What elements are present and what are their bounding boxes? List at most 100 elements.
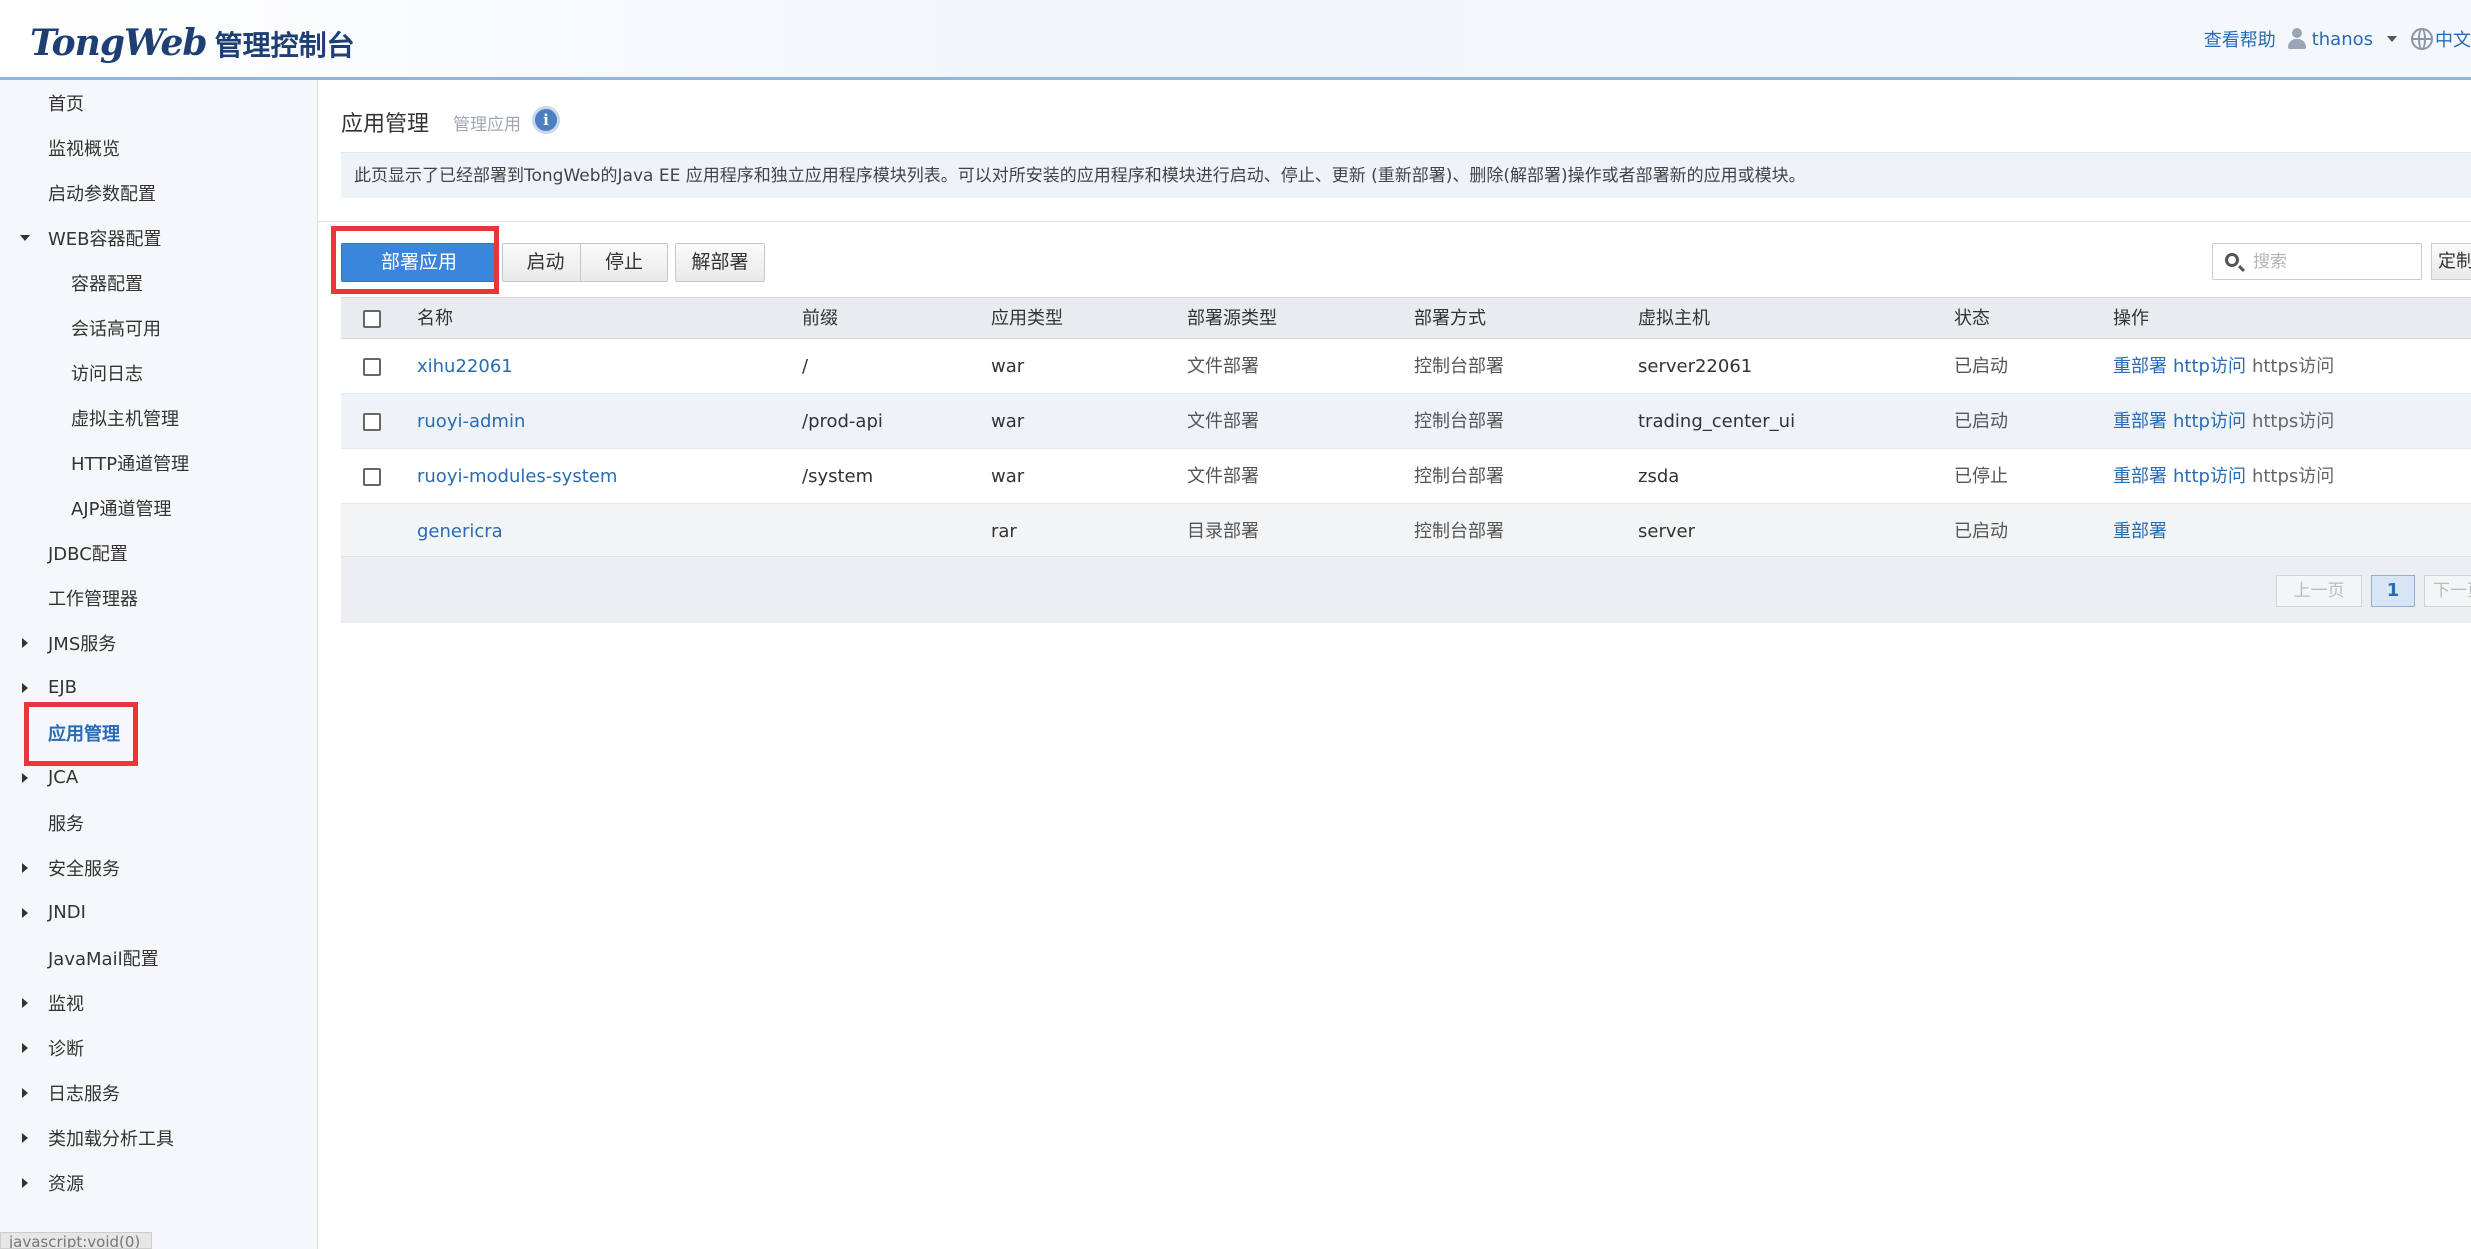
cell-vhost: zsda <box>1638 466 1680 487</box>
info-icon[interactable]: i <box>532 106 560 134</box>
app-name-link[interactable]: genericra <box>417 504 503 559</box>
row-checkbox[interactable] <box>363 468 381 486</box>
sidebar-item-jndi[interactable]: JNDI <box>0 890 318 935</box>
sidebar-item-label: 服务 <box>48 813 84 835</box>
cell-status: 已启动 <box>1954 411 2008 432</box>
search-input[interactable] <box>2253 244 2418 279</box>
stop-button[interactable]: 停止 <box>580 243 668 282</box>
col-source-type[interactable]: 部署源类型 <box>1187 298 1277 340</box>
sidebar-item-diagnose[interactable]: 诊断 <box>0 1025 318 1070</box>
sidebar-item-session-ha[interactable]: 会话高可用 <box>0 305 318 350</box>
sidebar-item-label: JNDI <box>48 902 86 923</box>
language-switch[interactable]: 中文 <box>2435 26 2471 52</box>
redeploy-link[interactable]: 重部署 <box>2113 521 2167 542</box>
collapsed-arrow-icon <box>22 1132 28 1143</box>
col-app-type[interactable]: 应用类型 <box>991 298 1063 340</box>
sidebar-item-jms[interactable]: JMS服务 <box>0 620 318 665</box>
logo-console-text: 管理控制台 <box>214 29 355 62</box>
next-page-button[interactable]: 下一页 <box>2424 575 2471 607</box>
http-access-link[interactable]: http访问 <box>2173 466 2246 487</box>
sidebar-item-label: 会话高可用 <box>71 318 161 340</box>
cell-status: 已启动 <box>1954 356 2008 377</box>
sidebar-item-label: 首页 <box>48 93 84 115</box>
expanded-arrow-icon <box>20 234 30 241</box>
sidebar-item-http-channel[interactable]: HTTP通道管理 <box>0 440 318 485</box>
col-status[interactable]: 状态 <box>1954 298 1990 340</box>
prev-page-button[interactable]: 上一页 <box>2276 575 2362 607</box>
table-row: xihu22061 / war 文件部署 控制台部署 server22061 已… <box>341 339 2471 394</box>
sidebar-item-resources[interactable]: 资源 <box>0 1160 318 1205</box>
sidebar-item-label: 类加载分析工具 <box>48 1128 174 1150</box>
page-title: 应用管理 <box>341 112 430 137</box>
redeploy-link[interactable]: 重部署 <box>2113 466 2167 487</box>
https-access-link[interactable]: https访问 <box>2252 466 2334 487</box>
start-button[interactable]: 启动 <box>502 243 589 282</box>
cell-vhost: server <box>1638 521 1695 542</box>
select-all-checkbox[interactable] <box>363 310 381 328</box>
sidebar-item-access-log[interactable]: 访问日志 <box>0 350 318 395</box>
cell-prefix: / <box>802 356 809 377</box>
cell-vhost: server22061 <box>1638 356 1753 377</box>
help-link[interactable]: 查看帮助 <box>2204 26 2276 52</box>
sidebar: 首页 监视概览 启动参数配置 WEB容器配置 容器配置 会话高可用 访问日志 虚… <box>0 80 318 1249</box>
sidebar-item-home[interactable]: 首页 <box>0 80 318 125</box>
redeploy-link[interactable]: 重部署 <box>2113 411 2167 432</box>
row-checkbox[interactable] <box>363 413 381 431</box>
sidebar-item-vhost[interactable]: 虚拟主机管理 <box>0 395 318 440</box>
sidebar-item-monitor[interactable]: 监视 <box>0 980 318 1025</box>
sidebar-item-label: 监视概览 <box>48 138 120 160</box>
sidebar-item-label: 诊断 <box>48 1038 84 1060</box>
collapsed-arrow-icon <box>22 997 28 1008</box>
app-name-link[interactable]: ruoyi-admin <box>417 394 525 449</box>
col-prefix[interactable]: 前缀 <box>802 298 838 340</box>
user-menu[interactable]: thanos <box>2312 29 2373 50</box>
http-access-link[interactable]: http访问 <box>2173 411 2246 432</box>
collapsed-arrow-icon <box>22 772 28 783</box>
cell-deploy-mode: 控制台部署 <box>1414 411 1504 432</box>
sidebar-item-monitor-overview[interactable]: 监视概览 <box>0 125 318 170</box>
sidebar-item-classloader-tool[interactable]: 类加载分析工具 <box>0 1115 318 1160</box>
sidebar-item-security[interactable]: 安全服务 <box>0 845 318 890</box>
sidebar-item-label: 安全服务 <box>48 858 120 880</box>
sidebar-item-label: 资源 <box>48 1173 84 1195</box>
col-name[interactable]: 名称 <box>417 298 453 340</box>
row-checkbox[interactable] <box>363 358 381 376</box>
current-page[interactable]: 1 <box>2371 575 2415 607</box>
header-right: 查看帮助 thanos 中文 <box>2204 26 2471 52</box>
app-name-link[interactable]: xihu22061 <box>417 339 513 394</box>
table-row: ruoyi-modules-system /system war 文件部署 控制… <box>341 449 2471 504</box>
sidebar-item-label: 虚拟主机管理 <box>71 408 179 430</box>
sidebar-item-services[interactable]: 服务 <box>0 800 318 845</box>
sidebar-item-work-manager[interactable]: 工作管理器 <box>0 575 318 620</box>
sidebar-highlight-box <box>24 702 138 766</box>
sidebar-item-label: JCA <box>48 767 79 788</box>
sidebar-item-label: 访问日志 <box>71 363 143 385</box>
cell-vhost: trading_center_ui <box>1638 411 1796 432</box>
sidebar-item-label: JMS服务 <box>48 633 117 655</box>
sidebar-item-startup-params[interactable]: 启动参数配置 <box>0 170 318 215</box>
sidebar-item-label: JDBC配置 <box>48 543 128 565</box>
app-name-link[interactable]: ruoyi-modules-system <box>417 449 617 504</box>
cell-source-type: 文件部署 <box>1187 356 1259 377</box>
chevron-down-icon[interactable] <box>2387 36 2397 42</box>
sidebar-item-label: AJP通道管理 <box>71 498 172 520</box>
redeploy-link[interactable]: 重部署 <box>2113 356 2167 377</box>
col-vhost[interactable]: 虚拟主机 <box>1638 298 1710 340</box>
sidebar-item-label: WEB容器配置 <box>48 228 162 250</box>
customize-button[interactable]: 定制 <box>2431 243 2471 280</box>
undeploy-button[interactable]: 解部署 <box>675 243 765 282</box>
col-deploy-mode[interactable]: 部署方式 <box>1414 298 1486 340</box>
sidebar-item-log-service[interactable]: 日志服务 <box>0 1070 318 1115</box>
https-access-link[interactable]: https访问 <box>2252 411 2334 432</box>
cell-prefix: /prod-api <box>802 411 883 432</box>
cell-source-type: 文件部署 <box>1187 411 1259 432</box>
sidebar-item-javamail[interactable]: JavaMail配置 <box>0 935 318 980</box>
sidebar-item-web-container[interactable]: WEB容器配置 <box>0 215 318 260</box>
sidebar-item-ajp-channel[interactable]: AJP通道管理 <box>0 485 318 530</box>
sidebar-item-label: 工作管理器 <box>48 588 138 610</box>
https-access-link[interactable]: https访问 <box>2252 356 2334 377</box>
sidebar-item-container-config[interactable]: 容器配置 <box>0 260 318 305</box>
logo-web: Web <box>124 22 208 64</box>
http-access-link[interactable]: http访问 <box>2173 356 2246 377</box>
sidebar-item-jdbc[interactable]: JDBC配置 <box>0 530 318 575</box>
